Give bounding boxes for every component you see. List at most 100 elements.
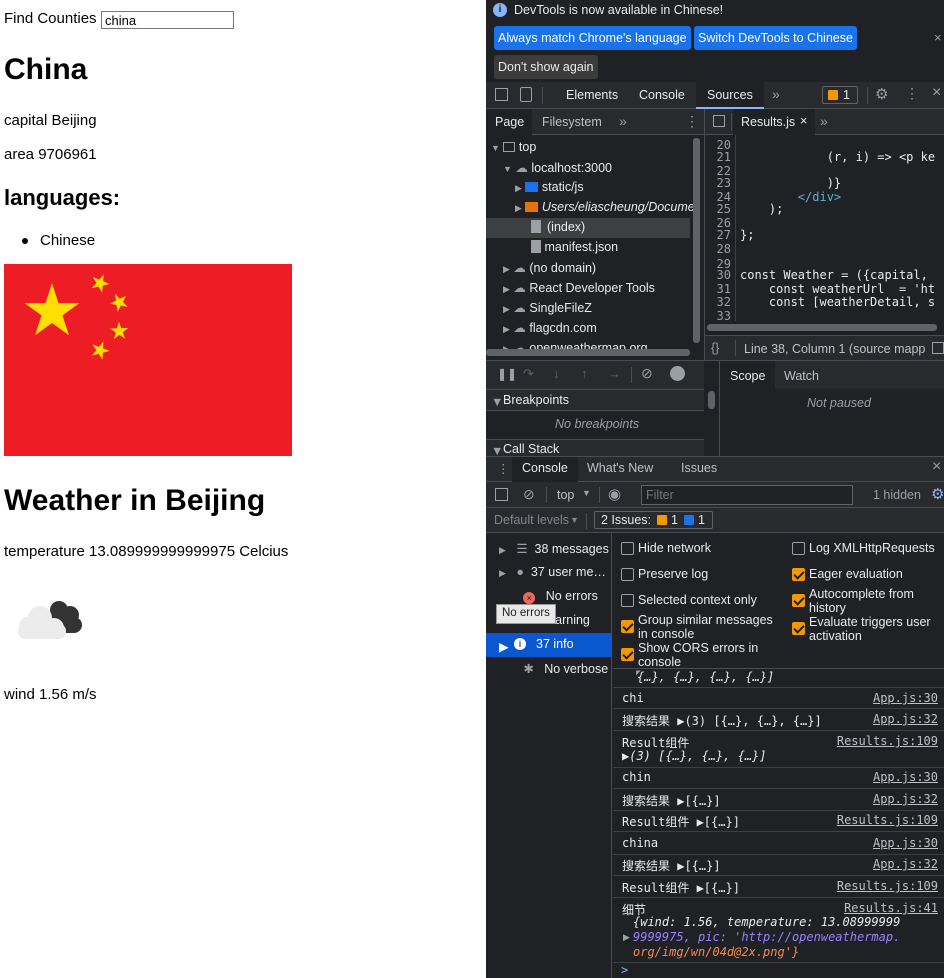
close-drawer-icon[interactable]: × xyxy=(932,458,941,476)
step-icon[interactable]: → xyxy=(608,366,621,381)
code-line[interactable]: 28 xyxy=(705,242,944,256)
call-stack-section[interactable]: ▼ Call Stack xyxy=(486,439,704,458)
console-source-link[interactable]: Results.js:109 xyxy=(837,879,938,893)
sidebar-item-messages[interactable]: ▶ ☰ 38 messages xyxy=(499,541,609,561)
tab-sources[interactable]: Sources xyxy=(696,82,764,109)
tree-item-localhost[interactable]: ▼ ☁ localhost:3000 xyxy=(503,160,612,175)
code-line[interactable]: 30 const Weather = ({capital, xyxy=(705,268,944,282)
sidebar-item-verbose[interactable]: ✱ No verbose xyxy=(499,661,608,681)
pause-on-exceptions-icon[interactable] xyxy=(670,366,685,381)
editor-tab-results[interactable]: Results.js × xyxy=(733,109,815,135)
line-number[interactable]: 28 xyxy=(705,242,731,256)
tab-elements[interactable]: Elements xyxy=(566,88,618,102)
default-levels-dropdown[interactable]: Default levels xyxy=(494,513,569,527)
console-message[interactable]: china xyxy=(622,836,658,850)
step-over-icon[interactable]: ↷ xyxy=(523,366,534,382)
line-number[interactable]: 32 xyxy=(705,295,731,309)
console-filter-input[interactable] xyxy=(641,485,853,505)
code-line[interactable]: 31 const weatherUrl = 'ht xyxy=(705,282,944,296)
console-message[interactable]: 搜索结果 ▶(3) [{…}, {…}, {…}] xyxy=(622,712,822,729)
show-cors-checkbox[interactable] xyxy=(621,648,634,661)
evaluate-triggers-checkbox[interactable] xyxy=(792,622,805,635)
console-source-link[interactable]: App.js:30 xyxy=(873,691,938,705)
more-navigator-icon[interactable]: » xyxy=(619,113,627,129)
issues-button[interactable]: 2 Issues: 1 1 xyxy=(594,511,713,529)
issues-counter[interactable]: 1 xyxy=(822,86,858,104)
tree-item-react-tools[interactable]: ▶ ☁ React Developer Tools xyxy=(503,280,655,295)
live-expression-eye-icon[interactable]: ◉ xyxy=(608,485,621,503)
match-language-button[interactable]: Always match Chrome's language xyxy=(494,26,691,50)
console-message[interactable]: chi xyxy=(622,691,644,705)
step-out-icon[interactable]: ↑ xyxy=(581,366,588,381)
code-line[interactable]: 32 const [weatherDetail, s xyxy=(705,295,944,309)
tree-item-flagcdn[interactable]: ▶ ☁ flagcdn.com xyxy=(503,320,597,335)
pause-icon[interactable]: ❚❚ xyxy=(497,367,517,381)
group-similar-checkbox[interactable] xyxy=(621,620,634,633)
editor-h-scrollbar[interactable] xyxy=(705,321,944,333)
hide-network-checkbox[interactable] xyxy=(621,542,634,555)
console-message[interactable]: Result组件 ▶[{…}] xyxy=(622,879,740,896)
line-number[interactable]: 30 xyxy=(705,268,731,282)
breakpoints-section[interactable]: ▼ Breakpoints xyxy=(486,389,704,411)
close-devtools-icon[interactable]: × xyxy=(932,84,941,102)
code-line[interactable]: 25 ); xyxy=(705,202,944,216)
tree-h-scrollbar[interactable] xyxy=(486,349,690,356)
line-number[interactable]: 23 xyxy=(705,176,731,190)
console-source-link[interactable]: App.js:30 xyxy=(873,770,938,784)
tree-item-users[interactable]: ▶ Users/eliascheung/Docume xyxy=(515,200,695,214)
tab-filesystem[interactable]: Filesystem xyxy=(542,115,602,129)
settings-gear-icon[interactable]: ⚙ xyxy=(875,85,888,103)
console-source-link[interactable]: App.js:32 xyxy=(873,857,938,871)
log-xhr-checkbox[interactable] xyxy=(792,542,805,555)
selected-context-checkbox[interactable] xyxy=(621,594,634,607)
console-message[interactable]: Result组件 ▶[{…}] xyxy=(622,813,740,830)
show-sidebar-icon[interactable] xyxy=(495,488,508,501)
search-input[interactable] xyxy=(101,11,234,29)
line-number[interactable]: 27 xyxy=(705,228,731,242)
preserve-log-checkbox[interactable] xyxy=(621,568,634,581)
toggle-navigator-icon[interactable] xyxy=(713,115,725,127)
console-message[interactable]: chin xyxy=(622,770,651,784)
console-source-link[interactable]: App.js:32 xyxy=(873,792,938,806)
chevron-down-icon[interactable]: ▼ xyxy=(582,488,591,498)
line-number[interactable]: 25 xyxy=(705,202,731,216)
eager-evaluation-checkbox[interactable] xyxy=(792,568,805,581)
tree-item-index[interactable]: (index) xyxy=(486,218,690,238)
expand-icon[interactable]: ▶ xyxy=(623,932,630,943)
line-number[interactable]: 33 xyxy=(705,309,731,321)
code-line[interactable]: 27}; xyxy=(705,228,944,242)
tab-watch[interactable]: Watch xyxy=(784,369,819,383)
context-selector[interactable]: top xyxy=(557,488,574,502)
tab-page[interactable]: Page xyxy=(486,109,532,135)
coverage-icon[interactable] xyxy=(932,342,944,354)
debugger-scrollbar[interactable] xyxy=(708,391,715,409)
console-source-link[interactable]: Results.js:41 xyxy=(844,901,938,915)
console-source-link[interactable]: App.js:32 xyxy=(873,712,938,726)
console-message[interactable]: ◤ {…}, {…}, {…}, {…}] xyxy=(636,669,774,684)
code-line[interactable]: 33 xyxy=(705,309,944,321)
console-source-link[interactable]: App.js:30 xyxy=(873,836,938,850)
close-tab-icon[interactable]: × xyxy=(800,114,807,128)
console-message[interactable]: 搜索结果 ▶[{…}] xyxy=(622,792,721,809)
tree-item-openweathermap[interactable]: ▶ ☁ openweathermap.org xyxy=(503,340,648,349)
tree-item-no-domain[interactable]: ▶ ☁ (no domain) xyxy=(503,260,596,275)
inspect-icon[interactable] xyxy=(495,88,508,101)
sidebar-item-user-messages[interactable]: ▶ ● 37 user me… xyxy=(499,565,606,585)
tree-item-top[interactable]: ▼ top xyxy=(491,140,536,154)
more-tabs-icon[interactable]: » xyxy=(772,86,780,102)
code-line[interactable]: 21 (r, i) => <p ke xyxy=(705,150,944,164)
console-message[interactable]: 搜索结果 ▶[{…}] xyxy=(622,857,721,874)
console-message-object[interactable]: ▶(3) [{…}, {…}, {…}] xyxy=(622,749,767,763)
code-editor[interactable]: 20 21 (r, i) => <p ke 22 23 )} 24 </div> 25 )… xyxy=(705,135,944,321)
dont-show-again-button[interactable]: Don't show again xyxy=(494,55,598,79)
more-editor-tabs-icon[interactable]: » xyxy=(820,113,828,129)
tab-console[interactable]: Console xyxy=(639,88,685,102)
deactivate-breakpoints-icon[interactable]: ⊘ xyxy=(641,365,653,382)
tree-scrollbar[interactable] xyxy=(693,138,700,343)
switch-language-button[interactable]: Switch DevTools to Chinese xyxy=(694,26,857,50)
step-into-icon[interactable]: ↓ xyxy=(553,366,560,381)
sidebar-item-info[interactable]: ▶ i 37 info xyxy=(486,633,612,657)
console-source-link[interactable]: Results.js:109 xyxy=(837,813,938,827)
tab-scope[interactable]: Scope xyxy=(720,361,775,389)
console-prompt[interactable]: > xyxy=(621,963,628,977)
